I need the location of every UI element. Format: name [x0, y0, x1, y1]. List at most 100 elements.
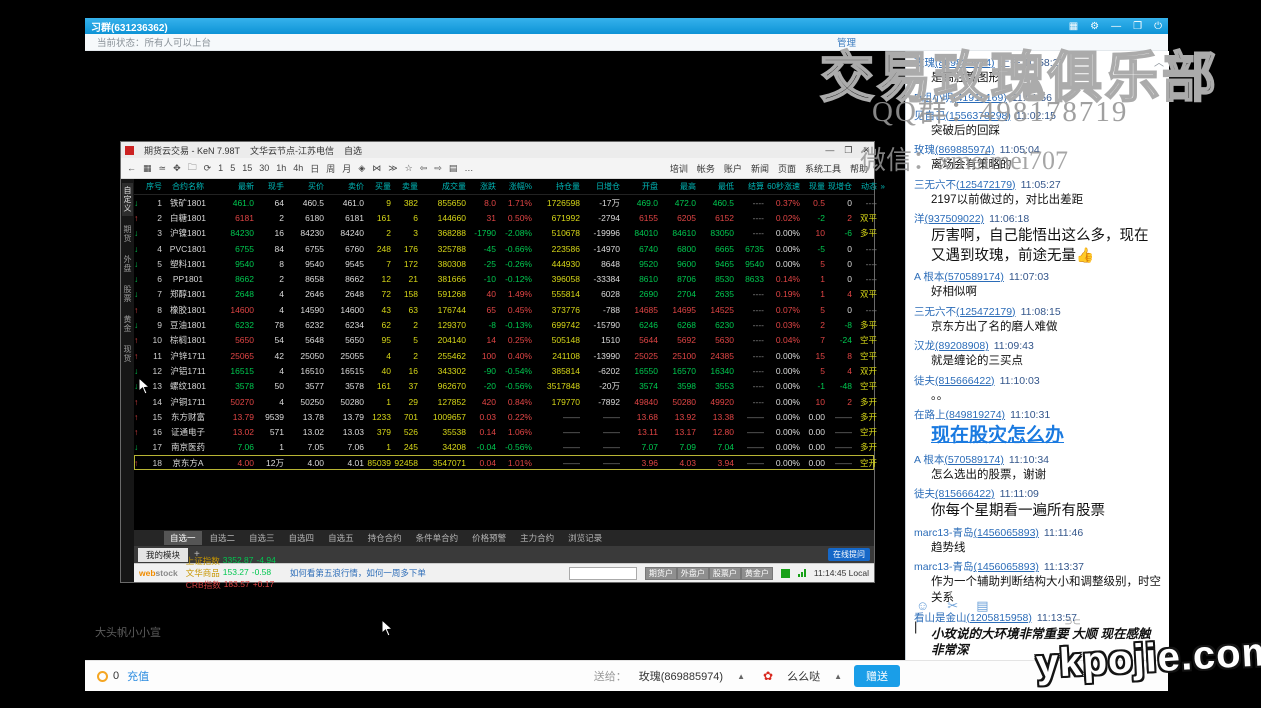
column-header[interactable]: 涨幅% [496, 181, 532, 192]
chat-user-id[interactable]: (570589174) [944, 454, 1004, 466]
account-button[interactable]: 外盘户 [677, 567, 709, 580]
chat-user-id[interactable]: (41916169) [953, 92, 1007, 104]
toolbar-icon[interactable]: ▤ [449, 163, 458, 174]
toolbar-icon[interactable]: ⟳ [204, 163, 212, 174]
chat-username[interactable]: 徒夫 [914, 375, 935, 387]
column-header[interactable]: 现量 [800, 181, 825, 192]
chat-username[interactable]: 汉龙 [914, 340, 935, 352]
account-button[interactable]: 黄金户 [741, 567, 773, 580]
toolbar-icon[interactable]: 1 [218, 163, 223, 173]
column-header[interactable]: 现增仓 [825, 181, 852, 192]
collapse-chevron-icon[interactable]: ︿ [1154, 54, 1164, 69]
table-row[interactable]: ↓1铁矿1801461.064460.5461.093828556508.01.… [134, 195, 874, 210]
toolbar-icon[interactable]: 4h [293, 163, 303, 173]
teacher-dropdown[interactable]: 玫瑰(869885974) ▲ [633, 666, 751, 686]
table-row[interactable]: ↓7郑醇1801264842646264872158591268401.49%5… [134, 287, 874, 302]
toolbar-icon[interactable]: 月 [342, 162, 351, 175]
menu-item[interactable]: 系统工具 [805, 162, 841, 175]
menu-item[interactable]: 培训 [670, 162, 688, 175]
order-code-input[interactable] [569, 567, 637, 580]
toolbar-icon[interactable]: 🗀 [188, 160, 197, 176]
account-button[interactable]: 期货户 [645, 567, 677, 580]
chat-username[interactable]: marc13-青岛 [914, 527, 974, 539]
trading-close-icon[interactable]: ✕ [862, 145, 870, 156]
chat-username[interactable]: A 根本 [914, 271, 944, 283]
column-header[interactable]: 涨跌 [466, 181, 496, 192]
sidebar-tab[interactable]: 自定义 [122, 183, 133, 216]
chat-username[interactable]: marc13-青岛 [914, 561, 974, 573]
table-row[interactable]: ↑2白糖180161812618061811616144660310.50%67… [134, 210, 874, 225]
column-header[interactable]: 成交量 [418, 181, 466, 192]
online-help-button[interactable]: 在线提问 [828, 548, 870, 561]
watchlist-tab[interactable]: 持仓合约 [362, 531, 408, 545]
toolbar-icon[interactable]: 5 [230, 163, 235, 173]
column-header[interactable]: 买量 [364, 181, 391, 192]
chat-user-id[interactable]: (1456065893) [974, 527, 1039, 539]
recharge-link[interactable]: 充值 [127, 668, 149, 684]
toolbar-icon[interactable]: ⋈ [372, 163, 381, 174]
manage-link[interactable]: 管理 [837, 35, 856, 49]
chat-username[interactable]: 玫瑰 [914, 144, 935, 156]
column-header[interactable]: 最新 [214, 181, 254, 192]
minimize-icon[interactable]: — [1111, 21, 1121, 32]
chat-username[interactable]: 在路上 [914, 409, 946, 421]
gift-dropdown[interactable]: ✿ 么么哒 ▲ [757, 666, 848, 686]
chat-user-id[interactable]: (125472179) [956, 179, 1016, 191]
menu-item[interactable]: 页面 [778, 162, 796, 175]
emoji-icon[interactable]: ☺ [916, 598, 929, 614]
table-row[interactable]: ↓12沪铝171116515416510165154016343302-90-0… [134, 363, 874, 378]
toolbar-icon[interactable]: … [464, 163, 473, 173]
column-header[interactable]: 序号 [142, 181, 162, 192]
settings-gear-icon[interactable]: ⚙ [1090, 21, 1099, 32]
sidebar-tab[interactable]: 期货 [122, 222, 133, 246]
watchlist-tab[interactable]: 浏览记录 [562, 531, 608, 545]
table-row[interactable]: ↑18京东方A4.0012万4.004.01850399245835470710… [134, 455, 874, 470]
table-row[interactable]: ↓13螺纹18013578503577357816137962670-20-0.… [134, 379, 874, 394]
chat-user-id[interactable]: (869885974) [935, 144, 995, 156]
toolbar-icon[interactable]: ▦ [143, 163, 152, 174]
chat-user-id[interactable]: (570589174) [944, 271, 1004, 283]
table-row[interactable]: ↑16证通电子13.0257113.0213.03379526355380.14… [134, 424, 874, 439]
trading-restore-icon[interactable]: ❐ [844, 145, 852, 156]
toolbar-icon[interactable]: 30 [259, 163, 269, 173]
chat-input-caret[interactable]: | [914, 619, 917, 634]
trading-minimize-icon[interactable]: — [825, 145, 834, 156]
column-header[interactable]: 结算 [734, 181, 764, 192]
table-row[interactable]: ↓9豆油180162327862326234622129370-8-0.13%6… [134, 317, 874, 332]
chat-user-id[interactable]: (89208908) [935, 340, 989, 352]
chat-username[interactable]: 徒夫 [914, 488, 935, 500]
toolbar-icon[interactable]: 周 [326, 162, 335, 175]
table-row[interactable]: ↑8橡胶180114600414590146004363176744650.45… [134, 302, 874, 317]
chat-username[interactable]: 见自己 [914, 110, 946, 122]
menu-item[interactable]: 帐务 [697, 162, 715, 175]
watchlist-tab[interactable]: 条件单合约 [410, 531, 465, 545]
column-header[interactable]: 最低 [696, 181, 734, 192]
toolbar-icon[interactable]: ☆ [405, 163, 413, 174]
toolbar-icon[interactable]: 日 [310, 162, 319, 175]
table-row[interactable]: ↓4PVC180167558467556760248176325788-45-0… [134, 241, 874, 256]
toolbar-icon[interactable]: 15 [242, 163, 252, 173]
chat-user-id[interactable]: (815666422) [935, 375, 995, 387]
column-header[interactable]: 现手 [254, 181, 284, 192]
table-row[interactable]: ↓17南京医药7.0617.057.06124534208-0.04-0.56%… [134, 440, 874, 455]
sidebar-tab[interactable]: 现货 [122, 342, 133, 366]
more-columns-icon[interactable]: » [877, 182, 885, 191]
table-row[interactable]: ↑10棕榈180156505456485650955204140140.25%5… [134, 333, 874, 348]
toolbar-icon[interactable]: ≫ [388, 163, 397, 174]
toolbar-icon[interactable]: ≃ [159, 163, 167, 174]
toolbar-icon[interactable]: ⇨ [434, 163, 442, 174]
column-header[interactable]: 买价 [284, 181, 324, 192]
column-header[interactable]: 日增仓 [580, 181, 620, 192]
image-icon[interactable]: ▤ [976, 598, 988, 614]
chat-user-id[interactable]: (869885974) [935, 57, 995, 69]
table-row[interactable]: ↑15东方财富13.79953913.7813.7912337011009657… [134, 409, 874, 424]
sidebar-tab[interactable]: 外盘 [122, 252, 133, 276]
watchlist-tab[interactable]: 主力合约 [514, 531, 560, 545]
column-header[interactable]: 持仓量 [532, 181, 580, 192]
watchlist-tab[interactable]: 价格预警 [466, 531, 512, 545]
column-header[interactable]: 合约名称 [162, 181, 214, 192]
column-header[interactable]: 开盘 [620, 181, 658, 192]
chat-user-id[interactable]: (849819274) [946, 409, 1006, 421]
module-tab[interactable]: 我的模块 [138, 548, 188, 562]
table-row[interactable]: ↓6PP180186622865886621221381666-10-0.12%… [134, 271, 874, 286]
